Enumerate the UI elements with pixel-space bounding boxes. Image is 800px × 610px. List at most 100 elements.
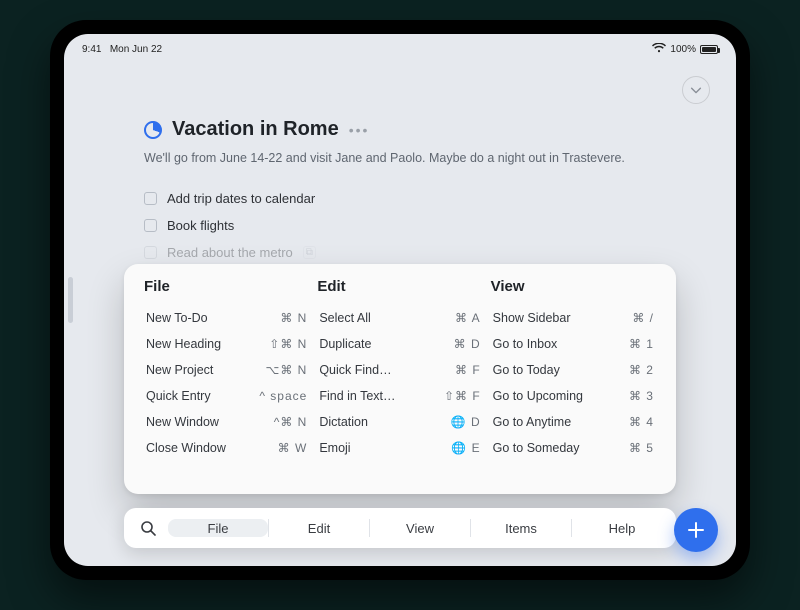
shortcut-column: EditSelect All⌘ ADuplicate⌘ DQuick Find…… [317, 278, 482, 484]
todo-checkbox[interactable] [144, 219, 157, 232]
shortcut-row[interactable]: Go to Today ⌘ 2 [491, 357, 656, 383]
shortcut-label: Select All [319, 311, 370, 325]
tab-view[interactable]: View [370, 519, 470, 537]
status-right: 100% [652, 43, 718, 56]
shortcut-label: Go to Today [493, 363, 560, 377]
search-button[interactable] [128, 520, 168, 536]
shortcut-row[interactable]: Emoji 🌐 E [317, 435, 482, 461]
shortcut-label: Go to Someday [493, 441, 580, 455]
status-time-date: 9:41 Mon Jun 22 [82, 44, 162, 55]
todo-item[interactable]: Book flights [144, 218, 676, 233]
shortcut-keys: ⇧⌘ F [436, 389, 481, 403]
expand-toggle-button[interactable] [682, 76, 710, 104]
shortcut-label: Show Sidebar [493, 311, 571, 325]
shortcut-row[interactable]: Go to Anytime ⌘ 4 [491, 409, 656, 435]
plus-icon [686, 520, 706, 540]
shortcut-row[interactable]: Go to Inbox ⌘ 1 [491, 331, 656, 357]
project-title[interactable]: Vacation in Rome [172, 118, 339, 141]
tab-edit[interactable]: Edit [269, 519, 369, 537]
shortcut-keys: ⌘ A [447, 311, 481, 325]
shortcut-keys: 🌐 D [443, 415, 481, 429]
tab-help[interactable]: Help [572, 519, 672, 537]
shortcut-row[interactable]: Find in Text… ⇧⌘ F [317, 383, 482, 409]
todo-checkbox[interactable] [144, 246, 157, 259]
shortcut-label: Go to Upcoming [493, 389, 583, 403]
todo-label: Book flights [167, 218, 234, 233]
shortcut-keys: ⌘ 2 [621, 363, 654, 377]
project-progress-icon [144, 121, 162, 139]
shortcut-row[interactable]: New To-Do ⌘ N [144, 305, 309, 331]
shortcut-column: View Show Sidebar ⌘ / Go to Inbox ⌘ 1 Go to T… [491, 278, 656, 484]
shortcut-column-title: File [144, 278, 309, 295]
shortcut-keys: ⌘ W [270, 441, 308, 455]
shortcut-row[interactable]: Quick Entry ^ space [144, 383, 309, 409]
ipad-frame: 9:41 Mon Jun 22 100% Vacation in Rome ••… [50, 20, 750, 580]
todo-tag-icon: ⧉ [303, 246, 316, 259]
shortcut-keys: ⇧⌘ N [261, 337, 307, 351]
todo-label: Add trip dates to calendar [167, 191, 315, 206]
todo-item[interactable]: Read about the metro ⧉ [144, 245, 676, 260]
shortcut-label: Go to Anytime [493, 415, 572, 429]
shortcut-row[interactable]: Select All ⌘ A [317, 305, 482, 331]
tab-items[interactable]: Items [471, 519, 571, 537]
wifi-icon [652, 43, 666, 56]
shortcut-label: Go to Inbox [493, 337, 558, 351]
shortcut-row[interactable]: Duplicate ⌘ D [317, 331, 482, 357]
shortcut-keys: ⌘ N [272, 311, 307, 325]
shortcut-keys: ^ space [251, 389, 307, 403]
shortcut-keys: ⌘ 4 [621, 415, 654, 429]
shortcut-row[interactable]: New Heading ⇧⌘ N [144, 331, 309, 357]
shortcut-column: File New To-Do ⌘ N New Heading ⇧⌘ N New Proje… [144, 278, 309, 484]
home-indicator-side [68, 277, 73, 323]
shortcut-keys: ^⌘ N [266, 415, 308, 429]
shortcut-label: Close Window [146, 441, 226, 455]
todo-checkbox[interactable] [144, 192, 157, 205]
project-title-row: Vacation in Rome ••• [144, 118, 676, 141]
status-time: 9:41 [82, 44, 101, 55]
keyboard-shortcuts-panel: File New To-Do ⌘ N New Heading ⇧⌘ N New Proje… [124, 264, 676, 494]
shortcut-label: Quick Entry [146, 389, 211, 403]
shortcut-row[interactable]: Go to Upcoming ⌘ 3 [491, 383, 656, 409]
shortcut-row[interactable]: Close Window ⌘ W [144, 435, 309, 461]
screen: 9:41 Mon Jun 22 100% Vacation in Rome ••… [64, 34, 736, 566]
project-description[interactable]: We'll go from June 14-22 and visit Jane … [144, 151, 676, 165]
shortcut-keys: ⌘ 1 [621, 337, 654, 351]
shortcut-label: New Project [146, 363, 213, 377]
shortcut-label: Find in Text… [319, 389, 395, 403]
search-icon [140, 520, 156, 536]
shortcut-label: Duplicate [319, 337, 371, 351]
battery-percent: 100% [670, 44, 696, 55]
todo-label: Read about the metro [167, 245, 293, 260]
shortcut-column-title: View [491, 278, 656, 295]
shortcut-row[interactable]: Show Sidebar ⌘ / [491, 305, 656, 331]
shortcut-row[interactable]: New Project ⌥⌘ N [144, 357, 309, 383]
project-content: Vacation in Rome ••• We'll go from June … [144, 118, 676, 287]
todo-item[interactable]: Add trip dates to calendar [144, 191, 676, 206]
shortcut-label: Emoji [319, 441, 350, 455]
shortcuts-tabbar: FileEditViewItemsHelp [124, 508, 676, 548]
status-bar: 9:41 Mon Jun 22 100% [64, 40, 736, 58]
shortcut-label: Dictation [319, 415, 368, 429]
new-todo-fab[interactable] [674, 508, 718, 552]
battery-icon [700, 45, 718, 54]
shortcut-label: New Heading [146, 337, 221, 351]
shortcut-keys: ⌘ 3 [621, 389, 654, 403]
shortcut-keys: 🌐 E [443, 441, 480, 455]
status-date: Mon Jun 22 [110, 44, 162, 55]
shortcut-keys: ⌘ 5 [621, 441, 654, 455]
shortcut-keys: ⌥⌘ N [258, 363, 308, 377]
more-icon[interactable]: ••• [349, 122, 370, 138]
shortcut-label: New To-Do [146, 311, 208, 325]
tabbar-tabs: FileEditViewItemsHelp [168, 519, 672, 537]
shortcut-row[interactable]: Dictation 🌐 D [317, 409, 482, 435]
shortcut-keys: ⌘ / [624, 311, 654, 325]
shortcut-keys: ⌘ D [446, 337, 481, 351]
chevron-down-icon [689, 83, 703, 97]
shortcut-label: New Window [146, 415, 219, 429]
shortcut-keys: ⌘ F [447, 363, 481, 377]
shortcut-row[interactable]: Go to Someday ⌘ 5 [491, 435, 656, 461]
tab-file[interactable]: File [168, 519, 268, 537]
shortcut-label: Quick Find… [319, 363, 391, 377]
shortcut-row[interactable]: Quick Find… ⌘ F [317, 357, 482, 383]
shortcut-row[interactable]: New Window ^⌘ N [144, 409, 309, 435]
